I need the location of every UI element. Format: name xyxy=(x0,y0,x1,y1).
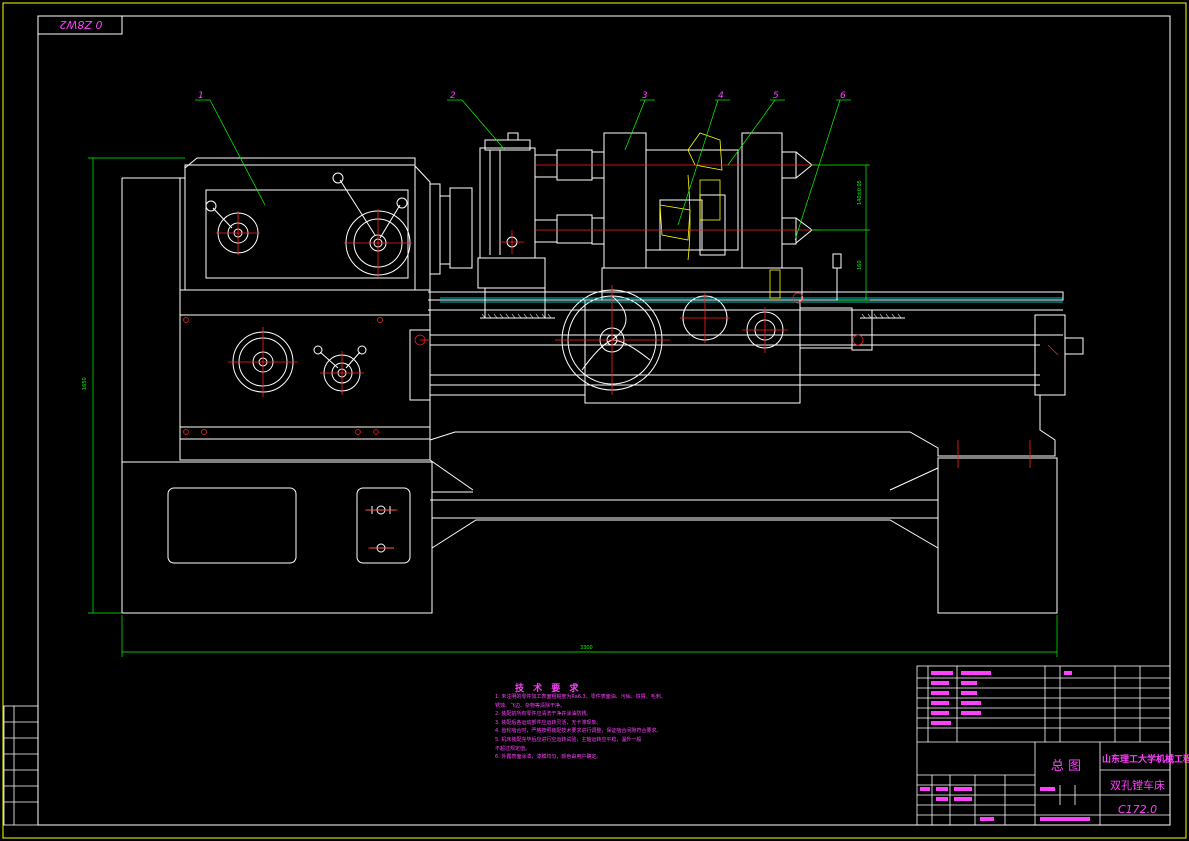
fixture-detail xyxy=(659,132,781,299)
technical-requirements-list: 1. 未注明的零件加工表面粗糙度为Ra6.3。零件表面油、污垢、铁屑、毛刺、 锈… xyxy=(495,693,675,762)
hole-markers xyxy=(183,292,864,435)
balloon-2: 2 xyxy=(450,91,456,101)
title-block xyxy=(916,665,1171,826)
tech-note: 1. 未注明的零件加工表面粗糙度为Ra6.3。零件表面油、污垢、铁屑、毛刺、 xyxy=(495,694,666,700)
balloon-3: 3 xyxy=(642,91,648,101)
tech-note: 3. 装配后各运动部件应运转灵活，无卡滞现象。 xyxy=(495,719,602,726)
balloon-1: 1 xyxy=(198,91,204,101)
svg-text:3300: 3300 xyxy=(580,645,593,651)
balloon-5: 5 xyxy=(773,91,779,101)
svg-text:160: 160 xyxy=(857,260,863,270)
sheet-code: 0 Z8W2 xyxy=(59,18,103,32)
tech-note: 2. 装配前所有零件应清洗干净并涂油防锈。 xyxy=(495,711,592,718)
svg-text:1650: 1650 xyxy=(82,377,88,390)
svg-text:140±0.05: 140±0.05 xyxy=(857,180,863,205)
balloon-4: 4 xyxy=(718,91,724,101)
tech-note: 锈蚀、飞边、杂物等清除干净。 xyxy=(495,702,566,709)
drawing-name: 总 图 xyxy=(1051,759,1082,774)
left-margin-stamp xyxy=(3,705,39,826)
part-balloons: 1 2 3 4 5 6 xyxy=(198,91,846,101)
tech-note: 5. 机床装配完毕后应进行空运转试验，主轴运转应平稳，温升一般 xyxy=(495,736,642,743)
tech-note: 6. 外露表面涂漆，漆膜均匀，颜色由用户确定。 xyxy=(495,754,602,761)
drawing-number: C172.0 xyxy=(1118,803,1158,816)
tech-note: 4. 齿轮啮合时，严格按照装配技术要求进行调整，保证啮合间隙符合要求。 xyxy=(495,728,662,735)
lathe-outline xyxy=(121,132,1084,614)
balloon-6: 6 xyxy=(840,91,846,101)
centerlines xyxy=(216,164,1059,549)
machine-name: 双孔镗车床 xyxy=(1110,779,1165,792)
dimensions xyxy=(88,99,1058,657)
tech-note: 不超过规定值。 xyxy=(495,745,531,752)
school-name: 山东理工大学机械工程学院 xyxy=(1102,755,1189,765)
